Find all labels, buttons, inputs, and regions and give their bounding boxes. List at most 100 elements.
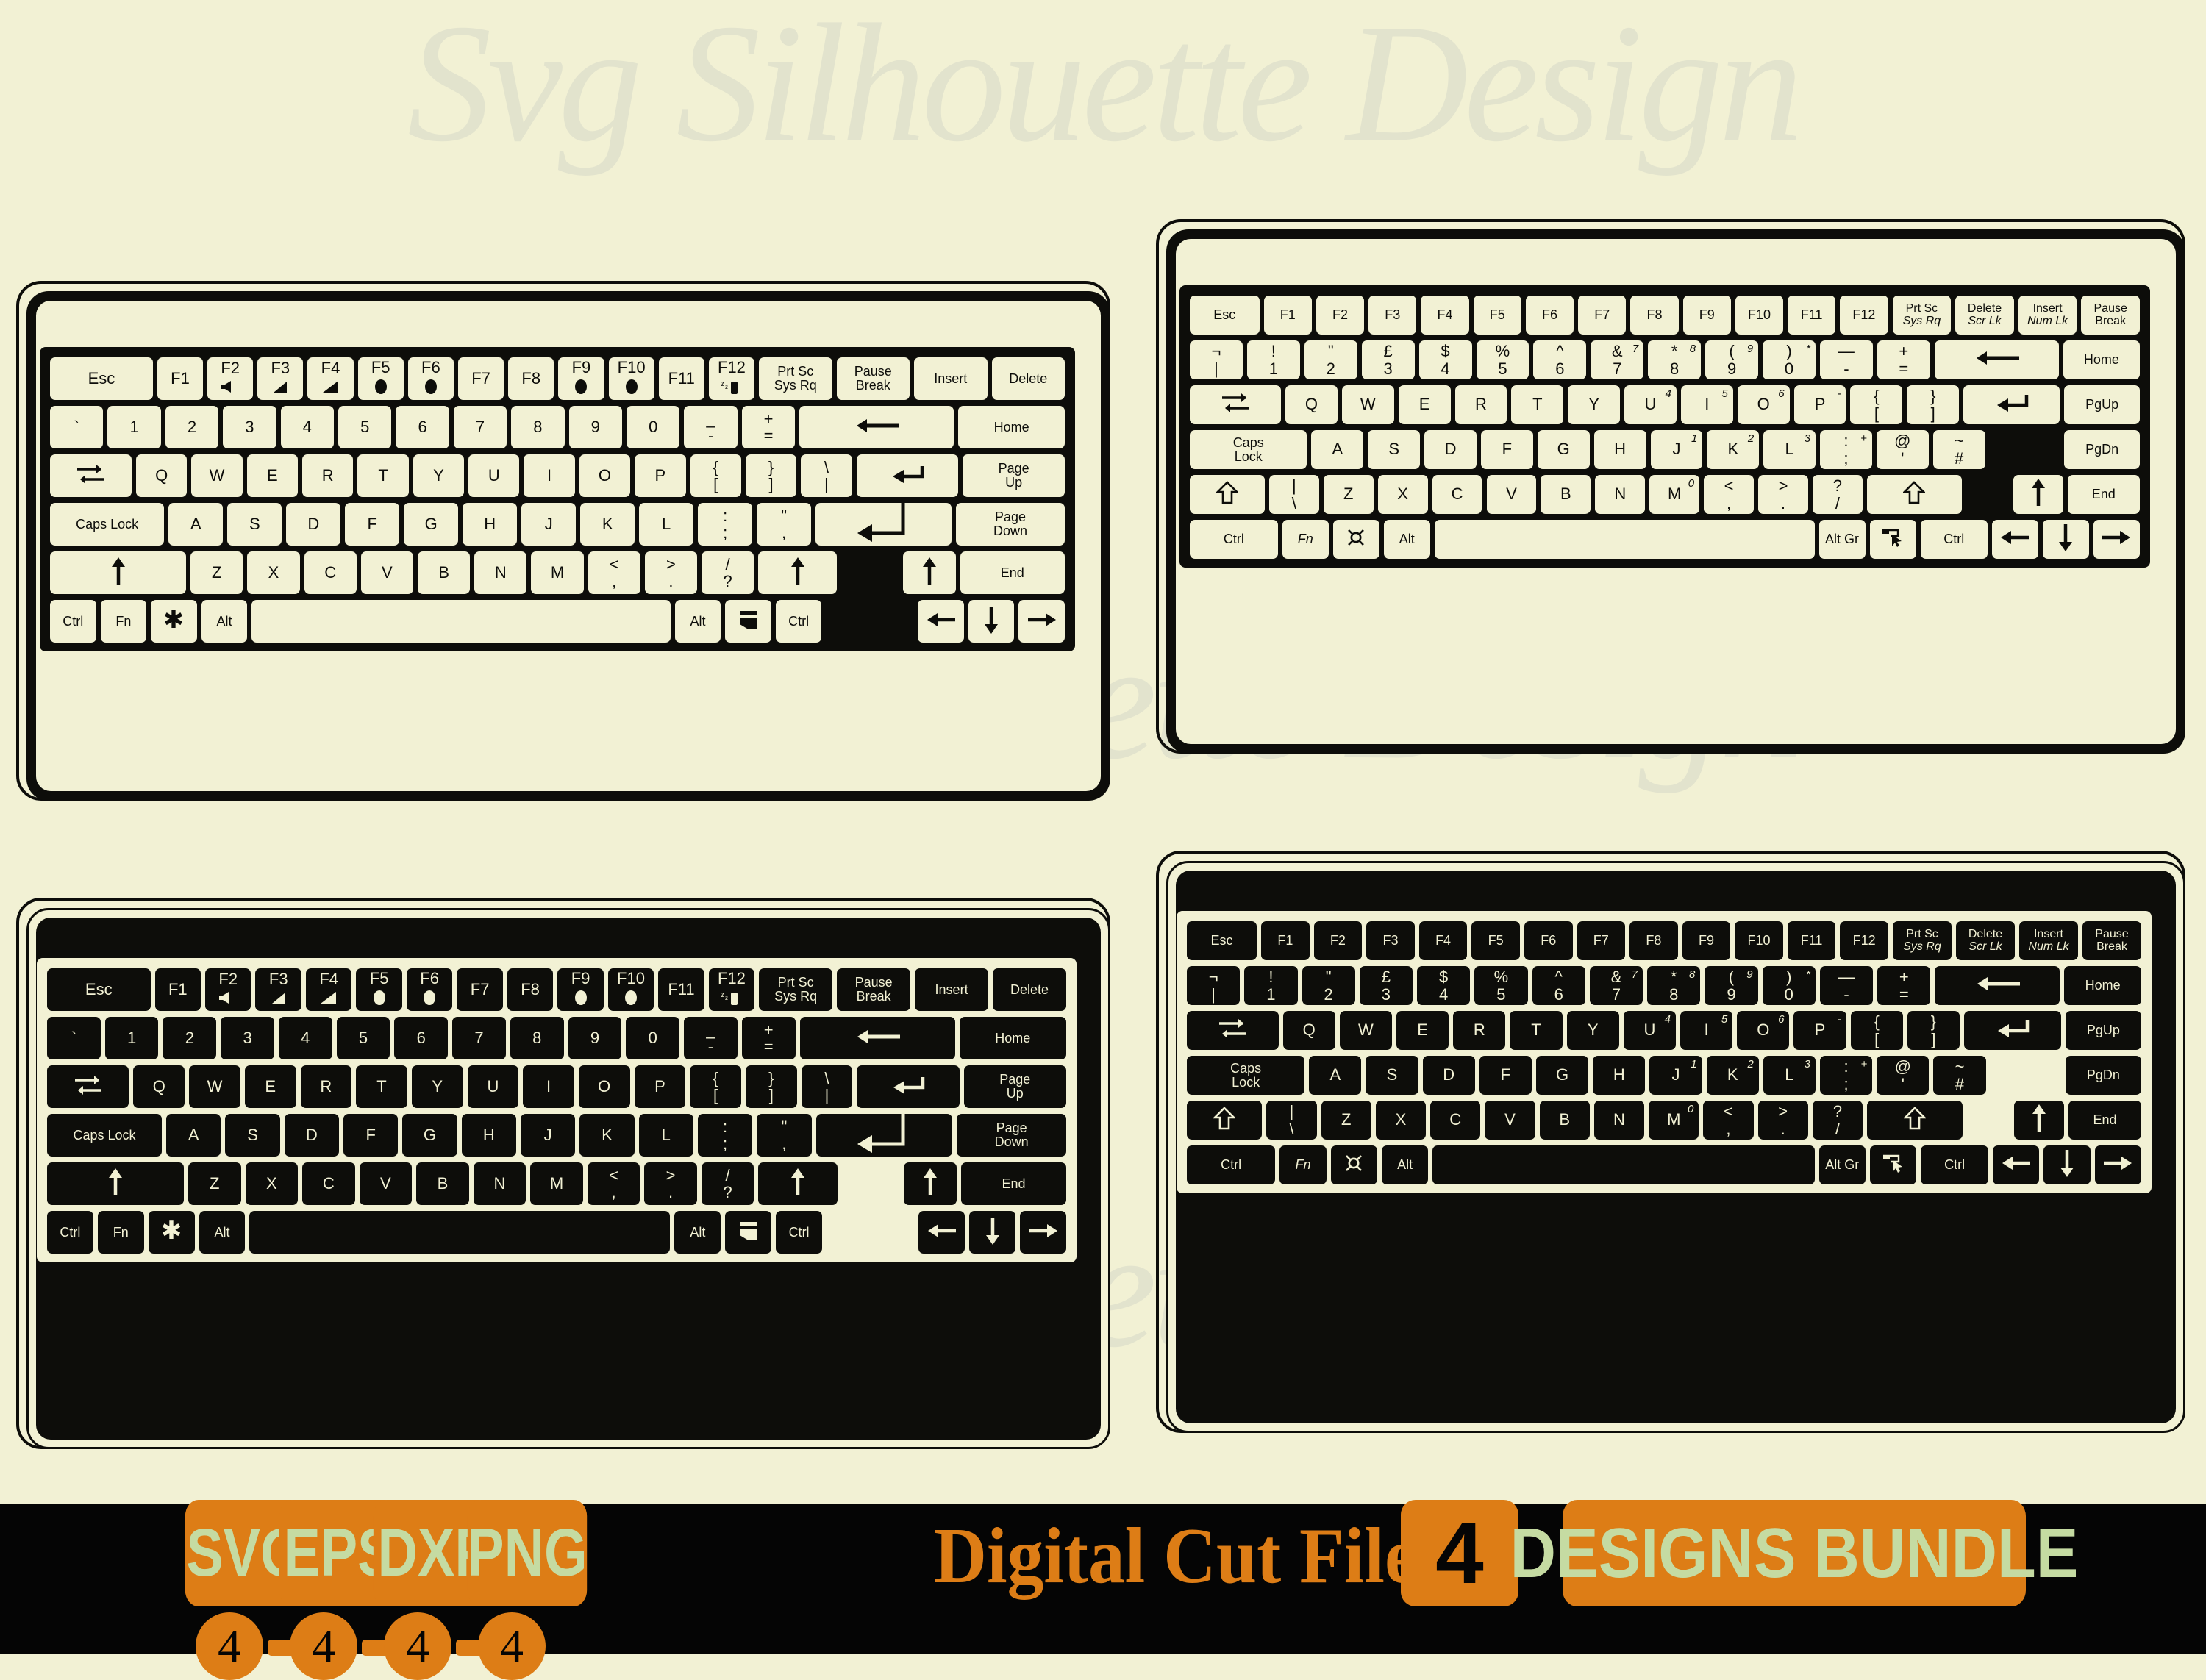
key-key-p[interactable]: P: [635, 454, 686, 497]
key-key-x[interactable]: X: [247, 551, 300, 594]
key-equal[interactable]: + =: [1877, 340, 1930, 379]
key-backspace[interactable]: [1935, 966, 2060, 1005]
key-f12[interactable]: F12: [1840, 296, 1888, 335]
key-key-s[interactable]: S: [225, 1114, 280, 1157]
key-key-v[interactable]: V: [359, 1162, 413, 1205]
key-f3[interactable]: F3: [1368, 296, 1417, 335]
key-digit-2[interactable]: " 2: [1304, 340, 1357, 379]
key-space[interactable]: [251, 600, 671, 643]
key-arrow-up[interactable]: [903, 551, 956, 594]
key-key-c[interactable]: C: [1430, 1101, 1481, 1140]
key-key-j[interactable]: J: [520, 1114, 576, 1157]
key-key-x[interactable]: X: [1375, 1101, 1427, 1140]
key-arrow-left[interactable]: [1993, 1145, 2040, 1184]
key-key-m[interactable]: M0: [1649, 1101, 1699, 1140]
key-key-b[interactable]: B: [416, 1162, 469, 1205]
key-backslash[interactable]: | \: [1268, 475, 1319, 514]
key-page-up[interactable]: Page Up: [963, 454, 1065, 497]
key-key-n[interactable]: N: [474, 551, 527, 594]
key-win-key[interactable]: [1330, 1145, 1377, 1184]
key-key-j[interactable]: J1: [1650, 430, 1703, 469]
key-hash[interactable]: ~ #: [1933, 1056, 1986, 1095]
key-key-u[interactable]: U: [467, 1065, 519, 1108]
key-f11[interactable]: F11: [658, 357, 704, 400]
key-alt-gr[interactable]: Alt Gr: [1818, 520, 1866, 559]
key-key-y[interactable]: Y: [1568, 385, 1621, 424]
key-key-o[interactable]: O: [579, 454, 631, 497]
key-key-o[interactable]: O6: [1737, 1011, 1790, 1050]
key-key-v[interactable]: V: [1485, 1101, 1535, 1140]
key-grave[interactable]: `: [50, 406, 104, 448]
key-f12[interactable]: F12 z z: [708, 968, 755, 1011]
key-f4[interactable]: F4: [1418, 921, 1468, 960]
key-key-j[interactable]: J1: [1649, 1056, 1702, 1095]
key-key-b[interactable]: B: [417, 551, 471, 594]
key-comma[interactable]: <,: [588, 551, 640, 594]
key-f8[interactable]: F8: [1629, 921, 1678, 960]
key-key-c[interactable]: C: [302, 1162, 355, 1205]
key-key-l[interactable]: L3: [1763, 1056, 1816, 1095]
key-f9[interactable]: F9: [1682, 921, 1731, 960]
key-digit-0[interactable]: 0: [627, 406, 680, 448]
key-caps-lock[interactable]: Caps Lock: [1190, 430, 1307, 469]
key-f9[interactable]: F9: [557, 968, 604, 1011]
key-slash[interactable]: ? /: [1812, 475, 1863, 514]
key-key-r[interactable]: R: [1453, 1011, 1506, 1050]
key-digit-4[interactable]: $4: [1418, 340, 1472, 379]
key-comma[interactable]: <,: [587, 1162, 640, 1205]
key-f11[interactable]: F11: [1787, 921, 1836, 960]
key-f11[interactable]: F11: [1788, 296, 1836, 335]
key-enter[interactable]: [1964, 1011, 2061, 1050]
key-digit-8[interactable]: * 8 8: [1647, 966, 1701, 1005]
key-f2[interactable]: F2: [1316, 296, 1365, 335]
key-alt-right[interactable]: Alt: [674, 600, 721, 643]
key-key-c[interactable]: C: [1432, 475, 1482, 514]
key-esc[interactable]: Esc: [50, 357, 153, 400]
key-key-d[interactable]: D: [1424, 430, 1477, 469]
key-key-z[interactable]: Z: [190, 551, 243, 594]
key-key-z[interactable]: Z: [188, 1162, 241, 1205]
key-digit-5[interactable]: % 5: [1474, 966, 1528, 1005]
key-f12[interactable]: F12: [1840, 921, 1888, 960]
key-alt-left[interactable]: Alt: [1383, 520, 1430, 559]
key-f6[interactable]: F6: [406, 968, 453, 1011]
key-digit-1[interactable]: ! 1: [1244, 966, 1298, 1005]
key-digit-1[interactable]: ! 1: [1246, 340, 1300, 379]
key-shift-right[interactable]: [758, 1162, 838, 1205]
key-bracket-right[interactable]: }]: [1907, 1011, 1960, 1050]
key-key-y[interactable]: Y: [413, 454, 465, 497]
key-bracket-left[interactable]: {[: [690, 1065, 741, 1108]
key-menu-key[interactable]: [1869, 520, 1916, 559]
key-menu-key[interactable]: [725, 1211, 772, 1254]
key-digit-7[interactable]: & 7 7: [1589, 966, 1643, 1005]
key-bracket-left[interactable]: {[: [690, 454, 741, 497]
key-tab[interactable]: [47, 1065, 129, 1108]
key-digit-1[interactable]: 1: [107, 406, 161, 448]
key-period[interactable]: >.: [644, 1162, 697, 1205]
key-star-key[interactable]: ✱: [148, 1211, 195, 1254]
key-bracket-left[interactable]: {[: [1850, 385, 1903, 424]
key-key-a[interactable]: A: [166, 1114, 221, 1157]
key-digit-2[interactable]: " 2: [1302, 966, 1355, 1005]
key-key-u[interactable]: U: [468, 454, 520, 497]
key-digit-5[interactable]: 5: [338, 406, 392, 448]
key-comma[interactable]: <,: [1704, 475, 1755, 514]
key-f6[interactable]: F6: [407, 357, 454, 400]
key-key-p[interactable]: P-: [1793, 385, 1846, 424]
key-key-n[interactable]: N: [1595, 475, 1646, 514]
key-f5[interactable]: F5: [1473, 296, 1521, 335]
key-pause-break[interactable]: Pause Break: [2081, 296, 2140, 335]
key-insert[interactable]: Insert: [915, 968, 989, 1011]
key-key-r[interactable]: R: [302, 454, 354, 497]
key-key-o[interactable]: O6: [1737, 385, 1790, 424]
key-digit-7[interactable]: 7: [453, 406, 507, 448]
key-delete-scroll-lock[interactable]: Delete Scr Lk: [1955, 296, 2014, 335]
key-semicolon[interactable]: :;: [698, 503, 753, 546]
key-alt-gr[interactable]: Alt Gr: [1818, 1145, 1866, 1184]
key-ctrl-left[interactable]: Ctrl: [1190, 520, 1278, 559]
key-f4[interactable]: F4: [307, 357, 354, 400]
key-comma[interactable]: <,: [1703, 1101, 1754, 1140]
key-f5[interactable]: F5: [357, 357, 404, 400]
key-f7[interactable]: F7: [1577, 921, 1626, 960]
key-enter-wide[interactable]: [815, 503, 952, 546]
